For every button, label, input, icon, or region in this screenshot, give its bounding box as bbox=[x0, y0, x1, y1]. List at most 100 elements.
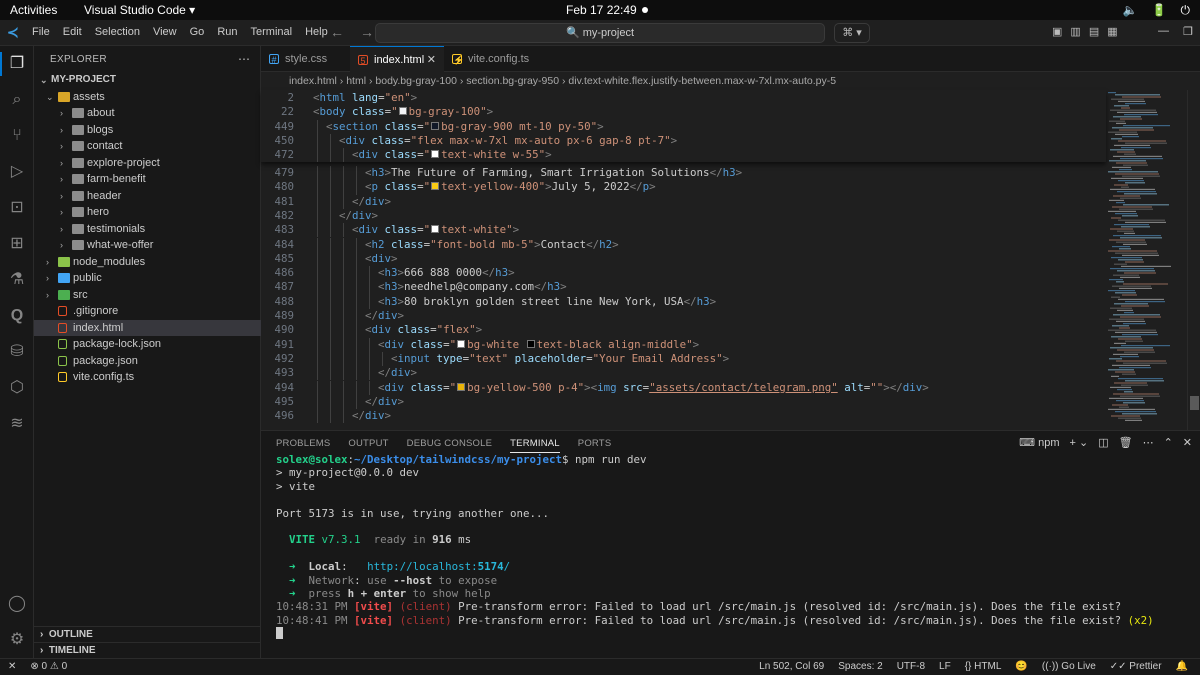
panel-tab-ports[interactable]: PORTS bbox=[578, 438, 612, 453]
go-live-button[interactable]: ((·)) Go Live bbox=[1042, 659, 1096, 675]
code-line[interactable]: 481 </div> bbox=[261, 194, 1106, 209]
panel-tab-output[interactable]: OUTPUT bbox=[348, 438, 388, 453]
code-line[interactable]: 22 <body class=" bg-gray-100"> bbox=[261, 105, 1106, 119]
tab-vite-config-ts[interactable]: ⚡ vite.config.ts bbox=[444, 46, 544, 72]
tree-item-blogs[interactable]: › blogs bbox=[34, 122, 261, 139]
tree-item-header[interactable]: › header bbox=[34, 188, 261, 205]
tree-item-package-lock-json[interactable]: package-lock.json bbox=[34, 336, 261, 353]
quokka-icon[interactable]: Q bbox=[7, 306, 27, 326]
breadcrumb-item[interactable]: body.bg-gray-100 bbox=[375, 75, 457, 87]
new-terminal-icon[interactable]: + ⌄ bbox=[1069, 436, 1088, 449]
menu-item-run[interactable]: Run bbox=[217, 26, 237, 38]
account-icon[interactable]: ◯ bbox=[7, 594, 27, 614]
code-line[interactable]: 482 </div> bbox=[261, 208, 1106, 224]
close-tab-icon[interactable]: ✕ bbox=[427, 47, 436, 73]
tree-item--gitignore[interactable]: .gitignore bbox=[34, 303, 261, 320]
line-ending[interactable]: LF bbox=[939, 659, 951, 675]
code-line[interactable]: 492 <input type="text" placeholder="Your … bbox=[261, 351, 1106, 367]
testing-icon[interactable]: ⚗ bbox=[7, 270, 27, 290]
source-control-icon[interactable]: ⑂ bbox=[7, 126, 27, 146]
terminal-cursor[interactable] bbox=[276, 627, 283, 640]
layout-icon[interactable]: ▣ bbox=[1052, 25, 1062, 38]
panel-tab-terminal[interactable]: TERMINAL bbox=[510, 438, 560, 453]
timeline-section[interactable]: › TIMELINE bbox=[34, 642, 261, 658]
status-left-item-0[interactable]: ✕ bbox=[8, 659, 16, 675]
remote-explorer-icon[interactable]: ⊡ bbox=[7, 198, 27, 218]
tree-item-src[interactable]: › src bbox=[34, 287, 261, 304]
code-line[interactable]: 485 <div> bbox=[261, 251, 1106, 267]
toggle-panel-icon[interactable]: ▤ bbox=[1089, 25, 1099, 38]
code-line[interactable]: 489 </div> bbox=[261, 309, 1106, 324]
tree-item-testimonials[interactable]: › testimonials bbox=[34, 221, 261, 238]
tree-item-contact[interactable]: › contact bbox=[34, 138, 261, 155]
menu-item-help[interactable]: Help bbox=[305, 26, 328, 38]
indentation[interactable]: Spaces: 2 bbox=[838, 659, 882, 675]
minimap[interactable] bbox=[1106, 90, 1186, 430]
code-line[interactable]: 480 <p class=" text-yellow-400">July 5, 20… bbox=[261, 180, 1106, 195]
menu-item-selection[interactable]: Selection bbox=[95, 26, 140, 38]
code-line[interactable]: 2 <html lang="en"> bbox=[261, 91, 1106, 105]
code-line[interactable]: 487 <h3>needhelp@company.com</h3> bbox=[261, 280, 1106, 295]
editor-scrollbar[interactable] bbox=[1187, 90, 1200, 430]
database-icon[interactable]: ⛁ bbox=[7, 342, 27, 362]
tree-item-vite-config-ts[interactable]: vite.config.ts bbox=[34, 369, 261, 386]
menu-item-edit[interactable]: Edit bbox=[63, 26, 82, 38]
tree-item-node-modules[interactable]: › node_modules bbox=[34, 254, 261, 271]
kill-terminal-icon[interactable]: 🗑 bbox=[1119, 436, 1133, 449]
prettier-status[interactable]: ✓✓ Prettier bbox=[1110, 659, 1162, 675]
menu-item-view[interactable]: View bbox=[153, 26, 177, 38]
forward-arrow-icon[interactable]: → bbox=[360, 24, 374, 40]
scrollbar-thumb[interactable] bbox=[1190, 396, 1199, 410]
breadcrumb-item[interactable]: section.bg-gray-950 bbox=[466, 75, 559, 87]
cursor-position[interactable]: Ln 502, Col 69 bbox=[759, 659, 824, 675]
split-terminal-icon[interactable]: ◫ bbox=[1098, 436, 1108, 449]
extensions-icon[interactable]: ⊞ bbox=[7, 234, 27, 254]
tree-item-index-html[interactable]: index.html bbox=[34, 319, 261, 336]
sticky-scroll[interactable]: 2 <html lang="en"> 22 <body class=" bg-gray-… bbox=[261, 90, 1106, 163]
notifications-bell-icon[interactable]: 🔔 bbox=[1176, 659, 1188, 675]
search-icon[interactable]: ⌕ bbox=[7, 90, 27, 110]
activities-button[interactable]: Activities bbox=[10, 3, 57, 17]
minimize-icon[interactable]: — bbox=[1158, 25, 1169, 38]
tree-item-public[interactable]: › public bbox=[34, 270, 261, 287]
power-icon[interactable]: ⏻ bbox=[1181, 3, 1191, 18]
feedback-icon[interactable]: 😊 bbox=[1015, 659, 1027, 675]
code-line[interactable]: 493 </div> bbox=[261, 366, 1106, 381]
outline-section[interactable]: › OUTLINE bbox=[34, 626, 261, 642]
breadcrumb-item[interactable]: index.html bbox=[289, 75, 337, 87]
menu-item-go[interactable]: Go bbox=[190, 26, 205, 38]
menu-item-terminal[interactable]: Terminal bbox=[251, 26, 293, 38]
code-line[interactable]: 488 <h3>80 broklyn golden street line New… bbox=[261, 294, 1106, 309]
terminal-output[interactable]: solex@solex:~/Desktop/tailwindcss/my-pro… bbox=[276, 453, 1186, 653]
back-arrow-icon[interactable]: ← bbox=[330, 24, 344, 40]
tree-item-assets[interactable]: ⌄ assets bbox=[34, 89, 261, 106]
explorer-icon[interactable]: ❐ bbox=[7, 54, 27, 74]
clock[interactable]: Feb 17 22:49 bbox=[566, 3, 637, 17]
tree-item-hero[interactable]: › hero bbox=[34, 204, 261, 221]
toggle-sidebar-icon[interactable]: ▥ bbox=[1070, 25, 1080, 38]
terminal-shell-label[interactable]: ⌨ npm bbox=[1019, 436, 1059, 449]
tree-root[interactable]: ⌄ MY-PROJECT bbox=[34, 72, 261, 89]
breadcrumb-item[interactable]: html bbox=[346, 75, 366, 87]
run-debug-icon[interactable]: ▷ bbox=[7, 162, 27, 182]
breadcrumb-item[interactable]: div.text-white.flex.justify-between.max-… bbox=[568, 75, 836, 87]
maximize-icon[interactable]: ❐ bbox=[1183, 25, 1193, 38]
tree-item-what-we-offer[interactable]: › what-we-offer bbox=[34, 237, 261, 254]
app-menu[interactable]: Visual Studio Code ▾ bbox=[84, 3, 195, 17]
maximize-panel-icon[interactable]: ⌃ bbox=[1164, 436, 1173, 449]
package-icon[interactable]: ⬡ bbox=[7, 378, 27, 398]
more-actions-icon[interactable]: ⋯ bbox=[1143, 436, 1154, 449]
panel-tab-problems[interactable]: PROBLEMS bbox=[276, 438, 330, 453]
toggle-secondary-sidebar-icon[interactable]: ▦ bbox=[1107, 25, 1117, 38]
panel-tab-debug-console[interactable]: DEBUG CONSOLE bbox=[407, 438, 492, 453]
code-line[interactable]: 472 <div class=" text-white w-55"> bbox=[261, 148, 1106, 163]
tree-item-about[interactable]: › about bbox=[34, 105, 261, 122]
status-left-item-1[interactable]: ⊗ 0 ⚠ 0 bbox=[30, 659, 67, 675]
encoding[interactable]: UTF-8 bbox=[897, 659, 925, 675]
code-line[interactable]: 495 </div> bbox=[261, 394, 1106, 410]
menu-item-file[interactable]: File bbox=[32, 26, 50, 38]
code-area[interactable]: 2 <html lang="en"> 22 <body class=" bg-gray-… bbox=[261, 90, 1106, 430]
code-line[interactable]: 490 <div class="flex"> bbox=[261, 323, 1106, 338]
tree-item-farm-benefit[interactable]: › farm-benefit bbox=[34, 171, 261, 188]
code-line[interactable]: 486 <h3>666 888 0000</h3> bbox=[261, 266, 1106, 281]
